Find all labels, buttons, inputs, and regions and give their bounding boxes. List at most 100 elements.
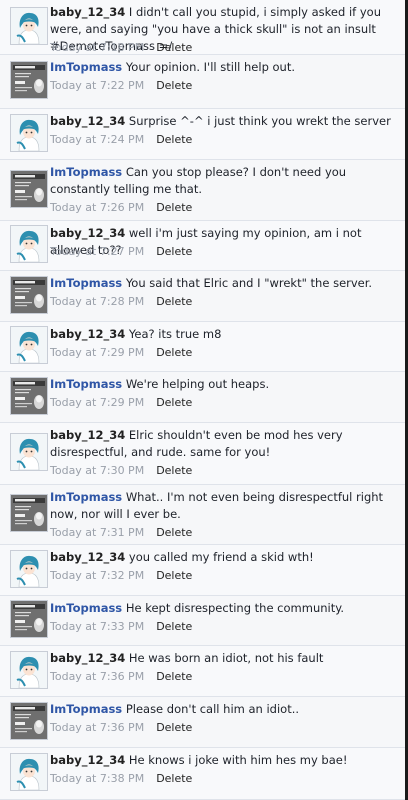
- author-name[interactable]: baby_12_34: [50, 327, 125, 341]
- darkness-poster-avatar-icon[interactable]: [10, 600, 48, 638]
- timestamp: Today at 7:31 PM: [50, 526, 145, 539]
- message-meta: Today at 7:18 PM Delete: [50, 41, 192, 55]
- timestamp: Today at 7:28 PM: [50, 295, 145, 308]
- message-item: ImTopmass You said that Elric and I "wre…: [0, 271, 405, 322]
- author-name[interactable]: ImTopmass: [50, 276, 122, 290]
- timestamp: Today at 7:26 PM: [50, 201, 145, 214]
- message-item: baby_12_34 well i'm just saying my opini…: [0, 221, 405, 271]
- message-item: ImTopmass Can you stop please? I don't n…: [0, 160, 405, 221]
- author-name[interactable]: baby_12_34: [50, 753, 125, 767]
- message-text: baby_12_34 He knows i joke with him hes …: [50, 752, 397, 769]
- author-name[interactable]: baby_12_34: [50, 428, 125, 442]
- message-item: ImTopmass He kept disrespecting the comm…: [0, 596, 405, 646]
- delete-button[interactable]: Delete: [156, 201, 192, 214]
- timestamp: Today at 7:38 PM: [50, 772, 145, 785]
- message-meta: Today at 7:29 PM Delete: [50, 396, 192, 410]
- author-name[interactable]: baby_12_34: [50, 651, 125, 665]
- message-body: He was born an idiot, not his fault: [128, 651, 324, 665]
- message-body: Your opinion. I'll still help out.: [125, 60, 296, 74]
- delete-button[interactable]: Delete: [156, 464, 192, 477]
- message-body: Please don't call him an idiot..: [125, 702, 300, 716]
- message-content: ImTopmass Your opinion. I'll still help …: [50, 59, 397, 76]
- anime-girl-avatar-icon[interactable]: [10, 326, 48, 364]
- delete-button[interactable]: Delete: [156, 295, 192, 308]
- author-name[interactable]: ImTopmass: [50, 60, 122, 74]
- message-text: ImTopmass We're helping out heaps.: [50, 376, 397, 393]
- message-meta: Today at 7:38 PM Delete: [50, 772, 192, 786]
- delete-button[interactable]: Delete: [156, 620, 192, 633]
- message-text: baby_12_34 you called my friend a skid w…: [50, 549, 397, 566]
- message-text: baby_12_34 Surprise ^-^ i just think you…: [50, 113, 397, 130]
- author-name[interactable]: baby_12_34: [50, 5, 125, 19]
- message-meta: Today at 7:22 PM Delete: [50, 79, 192, 93]
- message-text: ImTopmass Can you stop please? I don't n…: [50, 164, 397, 198]
- anime-girl-avatar-icon[interactable]: [10, 550, 48, 588]
- author-name[interactable]: ImTopmass: [50, 601, 122, 615]
- darkness-poster-avatar-icon[interactable]: [10, 61, 48, 99]
- darkness-poster-avatar-icon[interactable]: [10, 276, 48, 314]
- conversation-thread: baby_12_34 I didn't call you stupid, i s…: [0, 0, 408, 800]
- message-meta: Today at 7:28 PM Delete: [50, 295, 192, 309]
- darkness-poster-avatar-icon[interactable]: [10, 494, 48, 532]
- message-body: He kept disrespecting the community.: [125, 601, 345, 615]
- message-meta: Today at 7:32 PM Delete: [50, 569, 192, 583]
- anime-girl-avatar-icon[interactable]: [10, 753, 48, 791]
- message-text: baby_12_34 Yea? its true m8: [50, 326, 397, 343]
- anime-girl-avatar-icon[interactable]: [10, 651, 48, 689]
- message-meta: Today at 7:31 PM Delete: [50, 526, 192, 540]
- message-text: ImTopmass What.. I'm not even being disr…: [50, 489, 397, 523]
- message-item: baby_12_34 Elric shouldn't even be mod h…: [0, 423, 405, 485]
- author-name[interactable]: baby_12_34: [50, 550, 125, 564]
- message-item: ImTopmass What.. I'm not even being disr…: [0, 485, 405, 545]
- delete-button[interactable]: Delete: [156, 772, 192, 785]
- message-body: You said that Elric and I "wrekt" the se…: [125, 276, 373, 290]
- message-content: baby_12_34 you called my friend a skid w…: [50, 549, 397, 566]
- author-name[interactable]: ImTopmass: [50, 377, 122, 391]
- message-item: baby_12_34 you called my friend a skid w…: [0, 545, 405, 596]
- message-body: He knows i joke with him hes my bae!: [128, 753, 348, 767]
- author-name[interactable]: baby_12_34: [50, 226, 125, 240]
- anime-girl-avatar-icon[interactable]: [10, 7, 48, 45]
- message-meta: Today at 7:29 PM Delete: [50, 346, 192, 360]
- author-name[interactable]: baby_12_34: [50, 114, 125, 128]
- delete-button[interactable]: Delete: [156, 133, 192, 146]
- delete-button[interactable]: Delete: [156, 245, 192, 258]
- delete-button[interactable]: Delete: [156, 79, 192, 92]
- author-name[interactable]: ImTopmass: [50, 165, 122, 179]
- message-content: ImTopmass What.. I'm not even being disr…: [50, 489, 397, 523]
- delete-button[interactable]: Delete: [156, 526, 192, 539]
- delete-button[interactable]: Delete: [156, 396, 192, 409]
- timestamp: Today at 7:22 PM: [50, 79, 145, 92]
- author-name[interactable]: ImTopmass: [50, 702, 122, 716]
- message-meta: Today at 7:24 PM Delete: [50, 133, 192, 147]
- delete-button[interactable]: Delete: [156, 346, 192, 359]
- darkness-poster-avatar-icon[interactable]: [10, 377, 48, 415]
- message-meta: Today at 7:27 PM Delete: [50, 245, 192, 259]
- message-text: ImTopmass You said that Elric and I "wre…: [50, 275, 397, 292]
- timestamp: Today at 7:32 PM: [50, 569, 145, 582]
- message-meta: Today at 7:26 PM Delete: [50, 201, 192, 215]
- anime-girl-avatar-icon[interactable]: [10, 114, 48, 152]
- message-content: baby_12_34 He was born an idiot, not his…: [50, 650, 397, 667]
- message-item: baby_12_34 He knows i joke with him hes …: [0, 748, 405, 800]
- message-meta: Today at 7:36 PM Delete: [50, 721, 192, 735]
- delete-button[interactable]: Delete: [156, 569, 192, 582]
- timestamp: Today at 7:36 PM: [50, 721, 145, 734]
- message-body: you called my friend a skid wth!: [128, 550, 314, 564]
- timestamp: Today at 7:27 PM: [50, 245, 145, 258]
- author-name[interactable]: ImTopmass: [50, 490, 122, 504]
- delete-button[interactable]: Delete: [156, 41, 192, 54]
- timestamp: Today at 7:33 PM: [50, 620, 145, 633]
- delete-button[interactable]: Delete: [156, 670, 192, 683]
- message-content: ImTopmass You said that Elric and I "wre…: [50, 275, 397, 292]
- message-text: ImTopmass Please don't call him an idiot…: [50, 701, 397, 718]
- anime-girl-avatar-icon[interactable]: [10, 225, 48, 263]
- message-meta: Today at 7:36 PM Delete: [50, 670, 192, 684]
- anime-girl-avatar-icon[interactable]: [10, 433, 48, 471]
- darkness-poster-avatar-icon[interactable]: [10, 702, 48, 740]
- timestamp: Today at 7:30 PM: [50, 464, 145, 477]
- message-item: baby_12_34 I didn't call you stupid, i s…: [0, 0, 405, 55]
- darkness-poster-avatar-icon[interactable]: [10, 170, 48, 208]
- message-content: baby_12_34 He knows i joke with him hes …: [50, 752, 397, 769]
- delete-button[interactable]: Delete: [156, 721, 192, 734]
